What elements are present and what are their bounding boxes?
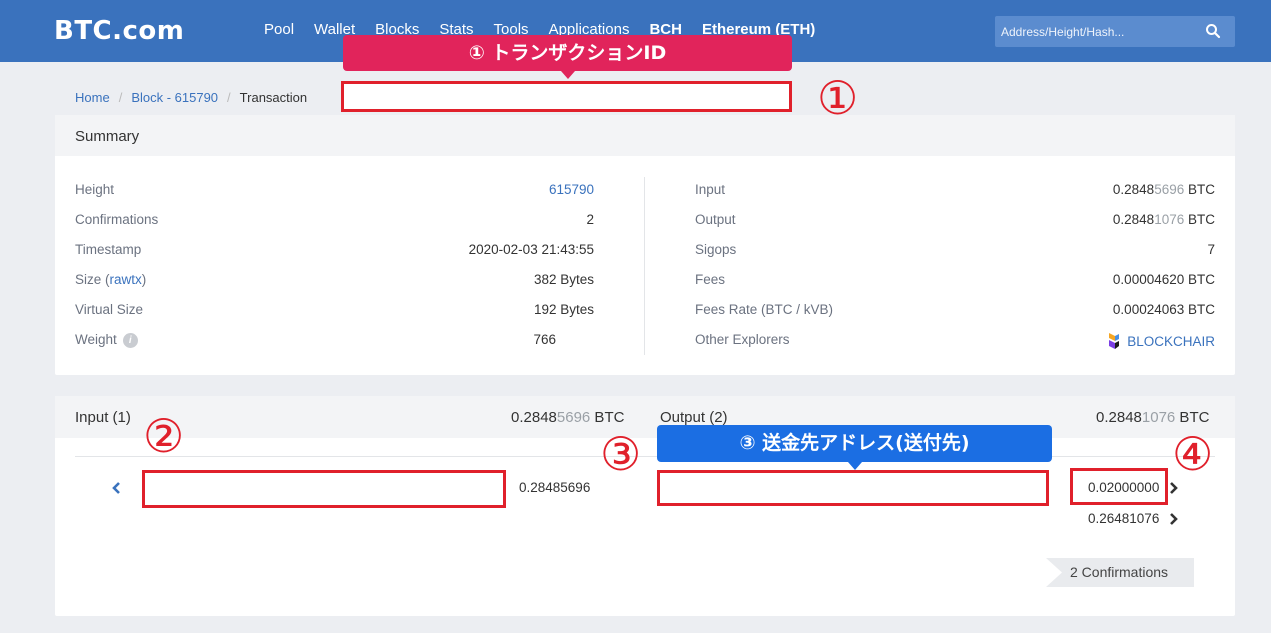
summary-title: Summary (55, 115, 1235, 156)
row-value: 2 (586, 212, 594, 227)
breadcrumb: Home / Block - 615790 / Transaction (75, 90, 307, 105)
amount-unit: BTC (590, 409, 625, 426)
row-value: 382 Bytes (533, 272, 594, 287)
row-value: 7 (1207, 242, 1215, 257)
summary-card: Summary Height 615790 Confirmations 2 Ti… (55, 115, 1235, 375)
annotation-number-2: ② (143, 409, 185, 463)
amount-main: 0.2848 (1112, 212, 1155, 227)
height-link[interactable]: 615790 (549, 182, 594, 197)
breadcrumb-block[interactable]: Block - 615790 (131, 90, 218, 105)
summary-row-other-explorers: Other Explorers BLOCKCHAIR (695, 332, 1215, 352)
amount-unit: BTC (1184, 212, 1215, 227)
row-label: Confirmations (75, 212, 159, 227)
amount-main: 0.2848 (511, 409, 557, 426)
row-value: 192 Bytes (533, 302, 594, 317)
row-value: 2020-02-03 21:43:55 (468, 242, 594, 257)
brand-logo[interactable]: BTC.com (54, 16, 184, 46)
summary-row-input: Input 0.28485696 BTC (695, 182, 1215, 202)
amount-main: 0.2848 (1112, 182, 1155, 197)
amount-faded: 1076 (1154, 212, 1185, 227)
row-value: 0.00004620 BTC (1112, 272, 1215, 287)
summary-row-fees-rate: Fees Rate (BTC / kVB) 0.00024063 BTC (695, 302, 1215, 322)
summary-row-output: Output 0.28481076 BTC (695, 212, 1215, 232)
input-total: 0.28485696 BTC (511, 409, 624, 426)
row-value: 0.28485696 BTC (1113, 182, 1215, 197)
amount-faded: 1076 (1141, 409, 1176, 426)
row-label: Input (695, 182, 726, 197)
annotation-callout-output: ③ 送金先アドレス(送付先) (657, 425, 1052, 470)
chevron-right-icon[interactable] (1168, 512, 1180, 526)
summary-row-fees: Fees 0.00004620 BTC (695, 272, 1215, 292)
row-label: Fees (695, 272, 726, 287)
breadcrumb-current: Transaction (239, 90, 308, 105)
row-label: Weight i (75, 332, 138, 348)
annotation-box-txid (341, 81, 792, 112)
search-icon[interactable] (1205, 23, 1221, 39)
row-value: 0.00024063 BTC (1112, 302, 1215, 317)
size-label: Size (75, 272, 102, 287)
blockchair-icon (1109, 333, 1120, 349)
breadcrumb-separator: / (227, 90, 231, 105)
annotation-number-3: ③ (600, 427, 642, 481)
annotation-number-4: ④ (1172, 427, 1214, 481)
amount-faded: 5696 (1154, 182, 1185, 197)
summary-row-timestamp: Timestamp 2020-02-03 21:43:55 (75, 242, 594, 262)
io-header (55, 396, 1235, 438)
summary-row-sigops: Sigops 7 (695, 242, 1215, 262)
amount-faded: 5696 (556, 409, 591, 426)
annotation-box-amount (1070, 468, 1168, 505)
row-label: Other Explorers (695, 332, 790, 347)
amount-unit: BTC (1184, 182, 1215, 197)
chevron-right-icon[interactable] (1168, 481, 1180, 495)
blockchair-label: BLOCKCHAIR (1127, 334, 1215, 349)
confirmations-badge: 2 Confirmations (1046, 558, 1194, 587)
callout-text: ① トランザクションID (468, 42, 667, 64)
summary-row-weight: Weight i 766 (75, 332, 556, 352)
annotation-box-output-address (657, 470, 1049, 506)
column-divider (644, 177, 645, 355)
blockchair-link[interactable]: BLOCKCHAIR (1107, 332, 1215, 350)
row-label: Timestamp (75, 242, 142, 257)
row-label: Virtual Size (75, 302, 144, 317)
weight-label: Weight (75, 332, 117, 347)
amount-main: 0.2848 (1096, 409, 1142, 426)
breadcrumb-home[interactable]: Home (75, 90, 110, 105)
amount-unit: BTC (1175, 409, 1210, 426)
row-value: 766 (533, 332, 556, 347)
search-box (995, 16, 1235, 47)
summary-row-height: Height 615790 (75, 182, 594, 202)
search-input[interactable] (995, 16, 1195, 47)
callout-tail (847, 462, 862, 470)
row-label: Sigops (695, 242, 737, 257)
input-title: Input (1) (75, 409, 131, 426)
info-icon[interactable]: i (122, 332, 138, 348)
row-label: Size (rawtx) (75, 272, 147, 287)
summary-row-size: Size (rawtx) 382 Bytes (75, 272, 594, 292)
row-label: Fees Rate (BTC / kVB) (695, 302, 834, 317)
callout-tail (560, 71, 575, 79)
output-amount-2: 0.26481076 (1088, 511, 1160, 526)
breadcrumb-separator: / (118, 90, 123, 105)
annotation-number-1: ① (817, 71, 859, 125)
annotation-callout-txid: ① トランザクションID (343, 35, 792, 79)
nav-pool[interactable]: Pool (264, 21, 294, 38)
annotation-box-input-address (142, 470, 506, 508)
callout-text: ③ 送金先アドレス(送付先) (739, 432, 970, 454)
row-label: Output (695, 212, 736, 227)
summary-row-confirmations: Confirmations 2 (75, 212, 594, 232)
output-title: Output (2) (660, 409, 728, 426)
chevron-left-icon[interactable] (110, 481, 122, 495)
input-amount: 0.28485696 (519, 480, 591, 495)
summary-row-virtual-size: Virtual Size 192 Bytes (75, 302, 594, 322)
rawtx-link[interactable]: rawtx (110, 272, 142, 287)
output-total: 0.28481076 BTC (1096, 409, 1209, 426)
row-label: Height (75, 182, 115, 197)
row-value: 0.28481076 BTC (1113, 212, 1215, 227)
